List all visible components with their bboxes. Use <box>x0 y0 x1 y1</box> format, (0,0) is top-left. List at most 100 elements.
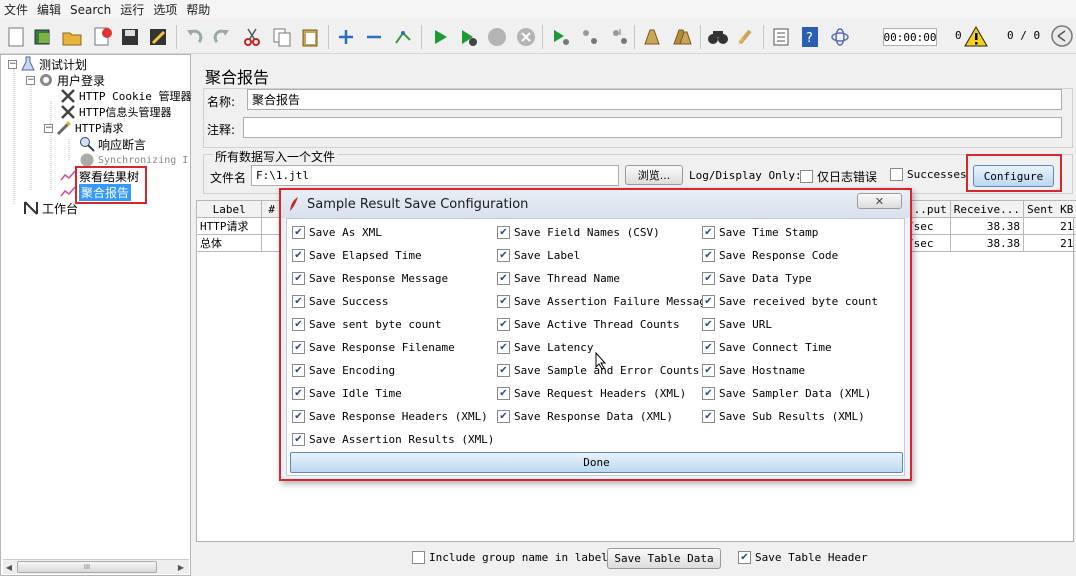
done-button[interactable]: Done <box>290 452 903 473</box>
save-option-checkbox[interactable]: ✔ Save Response Filename <box>292 338 455 356</box>
checkbox-checked-icon[interactable]: ✔ <box>497 294 510 308</box>
save-option-checkbox[interactable]: ✔ Save Response Data (XML) <box>497 407 673 425</box>
save-option-checkbox[interactable]: ✔ Save Label <box>497 246 580 264</box>
start-icon[interactable] <box>428 25 452 49</box>
expand-icon[interactable] <box>334 25 358 49</box>
checkbox-checked-icon[interactable]: ✔ <box>497 409 510 423</box>
save-option-checkbox[interactable]: ✔ Save Request Headers (XML) <box>497 384 686 402</box>
comment-input[interactable] <box>243 117 1062 138</box>
toggle-icon[interactable] <box>391 25 415 49</box>
help-icon[interactable]: ? <box>798 25 822 49</box>
name-input[interactable]: 聚合报告 <box>247 89 1062 110</box>
plugin-icon[interactable] <box>828 25 852 49</box>
checkbox-checked-icon[interactable]: ✔ <box>702 294 715 308</box>
copy-icon[interactable] <box>270 25 294 49</box>
checkbox-checked-icon[interactable]: ✔ <box>497 225 510 239</box>
save-option-checkbox[interactable]: ✔ Save Thread Name <box>497 269 620 287</box>
clear-icon[interactable] <box>640 25 664 49</box>
warning-icon[interactable] <box>964 25 988 47</box>
errors-only-checkbox[interactable]: 仅日志错误 <box>800 168 877 185</box>
checkbox-checked-icon[interactable]: ✔ <box>497 363 510 377</box>
save-option-checkbox[interactable]: ✔ Save Latency <box>497 338 593 356</box>
checkbox-checked-icon[interactable]: ✔ <box>292 248 305 262</box>
checkbox-checked-icon[interactable]: ✔ <box>497 386 510 400</box>
checkbox-checked-icon[interactable]: ✔ <box>497 317 510 331</box>
save-option-checkbox[interactable]: ✔ Save URL <box>702 315 772 333</box>
scroll-right-arrow-icon[interactable]: ▶ <box>175 561 187 573</box>
save-option-checkbox[interactable]: ✔ Save Connect Time <box>702 338 832 356</box>
save-option-checkbox[interactable]: ✔ Save sent byte count <box>292 315 441 333</box>
remote-stop-icon[interactable] <box>578 25 602 49</box>
save-as-icon[interactable] <box>146 25 170 49</box>
function-helper-icon[interactable] <box>769 25 793 49</box>
save-table-data-button[interactable]: Save Table Data <box>607 548 721 569</box>
checkbox-checked-icon[interactable]: ✔ <box>702 363 715 377</box>
save-option-checkbox[interactable]: ✔ Save Time Stamp <box>702 223 818 241</box>
collapse-icon[interactable] <box>362 25 386 49</box>
redo-icon[interactable] <box>210 25 234 49</box>
tree-node-response-assertion[interactable]: 响应断言 <box>79 136 146 152</box>
checkbox-checked-icon[interactable]: ✔ <box>702 317 715 331</box>
save-option-checkbox[interactable]: ✔ Save Response Code <box>702 246 838 264</box>
checkbox-checked-icon[interactable]: ✔ <box>292 271 305 285</box>
tree-node-workbench[interactable]: 工作台 <box>23 200 78 216</box>
clear-all-icon[interactable] <box>670 25 694 49</box>
save-option-checkbox[interactable]: ✔ Save Active Thread Counts <box>497 315 680 333</box>
close-file-icon[interactable] <box>91 25 115 49</box>
column-header-received[interactable]: Receive... <box>949 200 1024 218</box>
checkbox-checked-icon[interactable]: ✔ <box>292 363 305 377</box>
start-no-pause-icon[interactable] <box>456 25 480 49</box>
save-option-checkbox[interactable]: ✔ Save Sub Results (XML) <box>702 407 865 425</box>
cut-icon[interactable] <box>240 25 264 49</box>
save-option-checkbox[interactable]: ✔ Save Encoding <box>292 361 395 379</box>
dialog-title-bar[interactable]: Sample Result Save Configuration <box>281 190 910 218</box>
reset-search-icon[interactable] <box>734 25 758 49</box>
menu-run[interactable]: 运行 <box>116 1 149 18</box>
tree-node-test-plan[interactable]: − 测试计划 <box>8 56 87 72</box>
menu-help[interactable]: 帮助 <box>182 1 215 18</box>
paste-icon[interactable] <box>298 25 322 49</box>
test-plan-tree[interactable]: − 测试计划 − 用户登录 HTTP Cookie 管理器 HTTP信息头管理器… <box>0 54 191 576</box>
save-option-checkbox[interactable]: ✔ Save Assertion Failure Message <box>497 292 713 310</box>
scroll-left-arrow-icon[interactable]: ◀ <box>3 561 15 573</box>
filename-input[interactable]: F:\1.jtl <box>251 165 619 186</box>
checkbox-checked-icon[interactable]: ✔ <box>292 294 305 308</box>
checkbox-checked-icon[interactable]: ✔ <box>292 317 305 331</box>
search-icon[interactable] <box>706 25 730 49</box>
open-icon[interactable] <box>60 25 84 49</box>
tree-horizontal-scrollbar[interactable]: ◀ III ▶ <box>3 559 189 574</box>
successes-checkbox[interactable]: Successes <box>890 168 967 181</box>
scroll-thumb[interactable]: III <box>17 561 157 573</box>
stop-icon[interactable] <box>485 25 509 49</box>
checkbox-checked-icon[interactable]: ✔ <box>702 225 715 239</box>
shutdown-icon[interactable] <box>514 25 538 49</box>
tree-node-cookie-manager[interactable]: HTTP Cookie 管理器 <box>60 88 191 104</box>
column-header-label[interactable]: Label <box>195 200 263 218</box>
checkbox-checked-icon[interactable]: ✔ <box>497 271 510 285</box>
checkbox-checked-icon[interactable]: ✔ <box>292 225 305 239</box>
checkbox-checked-icon[interactable]: ✔ <box>292 340 305 354</box>
checkbox-checked-icon[interactable]: ✔ <box>497 340 510 354</box>
new-icon[interactable] <box>4 25 28 49</box>
checkbox-checked-icon[interactable]: ✔ <box>702 386 715 400</box>
save-option-checkbox[interactable]: ✔ Save Hostname <box>702 361 805 379</box>
browse-button[interactable]: 浏览... <box>625 165 683 185</box>
save-option-checkbox[interactable]: ✔ Save Sampler Data (XML) <box>702 384 871 402</box>
templates-icon[interactable] <box>31 25 55 49</box>
save-icon[interactable] <box>118 25 142 49</box>
checkbox-checked-icon[interactable]: ✔ <box>702 340 715 354</box>
menu-options[interactable]: 选项 <box>149 1 182 18</box>
save-option-checkbox[interactable]: ✔ Save As XML <box>292 223 382 241</box>
dialog-close-button[interactable]: ✕ <box>857 193 902 209</box>
save-option-checkbox[interactable]: ✔ Save Field Names (CSV) <box>497 223 660 241</box>
remote-shutdown-icon[interactable] <box>608 25 632 49</box>
checkbox-checked-icon[interactable]: ✔ <box>292 432 305 446</box>
checkbox-checked-icon[interactable]: ✔ <box>702 248 715 262</box>
menu-edit[interactable]: 编辑 <box>33 1 66 18</box>
save-option-checkbox[interactable]: ✔ Save Response Message <box>292 269 448 287</box>
save-option-checkbox[interactable]: ✔ Save Idle Time <box>292 384 402 402</box>
tree-node-thread-group[interactable]: − 用户登录 <box>26 72 105 88</box>
save-option-checkbox[interactable]: ✔ Save Elapsed Time <box>292 246 422 264</box>
checkbox-checked-icon[interactable]: ✔ <box>292 386 305 400</box>
save-option-checkbox[interactable]: ✔ Save received byte count <box>702 292 878 310</box>
